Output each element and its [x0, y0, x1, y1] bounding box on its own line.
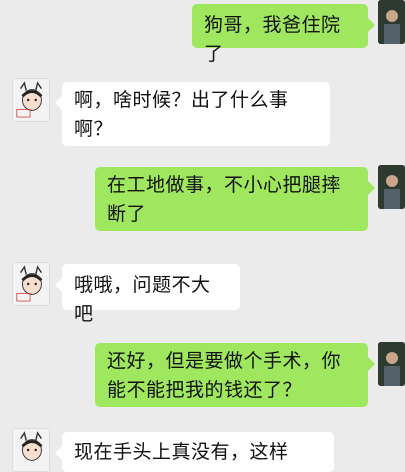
message-text: 狗哥，我爸住院了 — [204, 14, 341, 65]
outgoing-avatar[interactable] — [378, 0, 405, 44]
outgoing-avatar[interactable] — [378, 165, 405, 209]
cartoon-boy-avatar-icon — [16, 265, 43, 302]
person-photo-avatar-icon — [378, 342, 405, 386]
message-bubble-outgoing[interactable]: 狗哥，我爸住院了 — [192, 4, 375, 65]
message-bubble-outgoing[interactable]: 在工地做事，不小心把腿摔断了 — [95, 167, 375, 231]
message-bubble-outgoing[interactable]: 还好，但是要做个手术，你能不能把我的钱还了？ — [95, 343, 375, 407]
message-bubble-incoming[interactable]: 啊，啥时候？出了什么事啊？ — [55, 82, 330, 146]
message-text: 啊，啥时候？出了什么事啊？ — [74, 89, 289, 140]
incoming-avatar[interactable] — [12, 78, 50, 122]
message-text: 现在手头上真没有，这样 — [74, 441, 289, 463]
incoming-avatar[interactable] — [12, 262, 50, 306]
message-bubble-incoming[interactable]: 哦哦，问题不大吧 — [55, 264, 240, 325]
message-text: 哦哦，问题不大吧 — [74, 274, 211, 325]
person-photo-avatar-icon — [378, 0, 405, 44]
cartoon-boy-avatar-icon — [19, 431, 43, 461]
message-text: 还好，但是要做个手术，你能不能把我的钱还了？ — [107, 350, 342, 401]
outgoing-avatar[interactable] — [378, 342, 405, 386]
message-bubble-incoming[interactable]: 现在手头上真没有，这样 — [55, 432, 334, 472]
person-photo-avatar-icon — [378, 165, 405, 209]
incoming-avatar[interactable] — [12, 428, 50, 472]
message-text: 在工地做事，不小心把腿摔断了 — [107, 174, 342, 225]
cartoon-boy-avatar-icon — [16, 81, 43, 118]
